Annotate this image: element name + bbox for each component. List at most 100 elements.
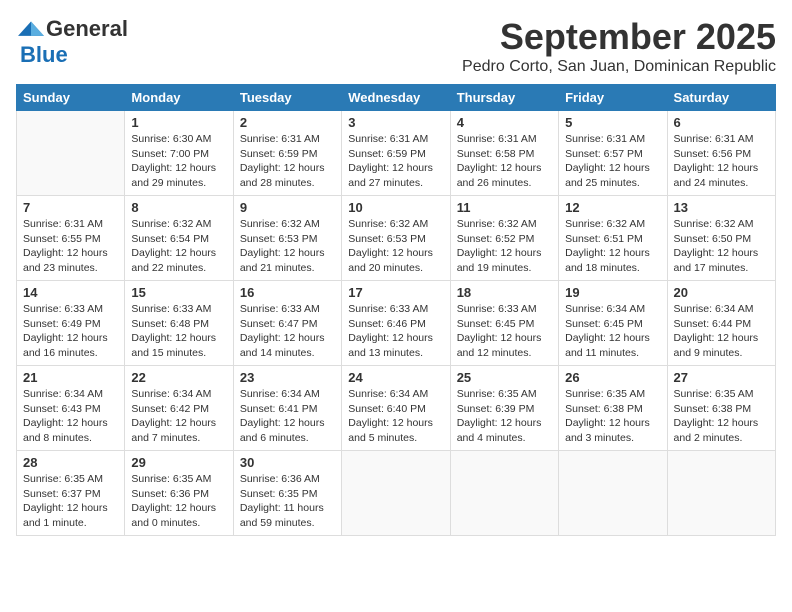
calendar-cell: 6Sunrise: 6:31 AM Sunset: 6:56 PM Daylig… — [667, 111, 775, 196]
calendar-cell — [342, 451, 450, 536]
day-info: Sunrise: 6:32 AM Sunset: 6:51 PM Dayligh… — [565, 217, 660, 276]
week-row-3: 14Sunrise: 6:33 AM Sunset: 6:49 PM Dayli… — [17, 281, 776, 366]
day-info: Sunrise: 6:34 AM Sunset: 6:42 PM Dayligh… — [131, 387, 226, 446]
day-number: 22 — [131, 370, 226, 385]
day-number: 21 — [23, 370, 118, 385]
day-info: Sunrise: 6:34 AM Sunset: 6:43 PM Dayligh… — [23, 387, 118, 446]
weekday-header-saturday: Saturday — [667, 85, 775, 111]
day-info: Sunrise: 6:33 AM Sunset: 6:48 PM Dayligh… — [131, 302, 226, 361]
day-info: Sunrise: 6:35 AM Sunset: 6:37 PM Dayligh… — [23, 472, 118, 531]
calendar-cell: 5 Sunrise: 6:31 AM Sunset: 6:57 PM Daylig… — [559, 111, 667, 196]
day-number: 26 — [565, 370, 660, 385]
day-number: 5 — [565, 115, 660, 130]
day-number: 9 — [240, 200, 335, 215]
day-number: 4 — [457, 115, 552, 130]
day-number: 11 — [457, 200, 552, 215]
day-info: Sunrise: 6:32 AM Sunset: 6:50 PM Dayligh… — [674, 217, 769, 276]
day-info: Sunrise: 6:30 AM Sunset: 7:00 PM Dayligh… — [131, 132, 226, 191]
calendar-cell: 29 Sunrise: 6:35 AM Sunset: 6:36 PM Dayli… — [125, 451, 233, 536]
day-number: 15 — [131, 285, 226, 300]
day-number: 23 — [240, 370, 335, 385]
calendar-cell: 23 Sunrise: 6:34 AM Sunset: 6:41 PM Dayli… — [233, 366, 341, 451]
weekday-header-wednesday: Wednesday — [342, 85, 450, 111]
day-number: 8 — [131, 200, 226, 215]
day-info: Sunrise: 6:31 AM Sunset: 6:55 PM Dayligh… — [23, 217, 118, 276]
day-info: Sunrise: 6:31 AM Sunset: 6:57 PM Dayligh… — [565, 132, 660, 191]
calendar-cell: 18Sunrise: 6:33 AM Sunset: 6:45 PM Dayli… — [450, 281, 558, 366]
calendar-cell: 12 Sunrise: 6:32 AM Sunset: 6:51 PM Dayli… — [559, 196, 667, 281]
week-row-4: 21 Sunrise: 6:34 AM Sunset: 6:43 PM Dayli… — [17, 366, 776, 451]
calendar-cell: 4 Sunrise: 6:31 AM Sunset: 6:58 PM Daylig… — [450, 111, 558, 196]
calendar-cell: 26 Sunrise: 6:35 AM Sunset: 6:38 PM Dayli… — [559, 366, 667, 451]
calendar-cell: 8Sunrise: 6:32 AM Sunset: 6:54 PM Daylig… — [125, 196, 233, 281]
calendar-cell: 1 Sunrise: 6:30 AM Sunset: 7:00 PM Daylig… — [125, 111, 233, 196]
day-info: Sunrise: 6:35 AM Sunset: 6:38 PM Dayligh… — [565, 387, 660, 446]
day-number: 2 — [240, 115, 335, 130]
week-row-1: 1 Sunrise: 6:30 AM Sunset: 7:00 PM Daylig… — [17, 111, 776, 196]
calendar-cell: 22 Sunrise: 6:34 AM Sunset: 6:42 PM Dayli… — [125, 366, 233, 451]
day-info: Sunrise: 6:35 AM Sunset: 6:36 PM Dayligh… — [131, 472, 226, 531]
calendar-cell: 25Sunrise: 6:35 AM Sunset: 6:39 PM Dayli… — [450, 366, 558, 451]
day-number: 17 — [348, 285, 443, 300]
day-number: 16 — [240, 285, 335, 300]
day-number: 24 — [348, 370, 443, 385]
day-info: Sunrise: 6:34 AM Sunset: 6:40 PM Dayligh… — [348, 387, 443, 446]
day-number: 10 — [348, 200, 443, 215]
day-number: 27 — [674, 370, 769, 385]
calendar-cell: 13 Sunrise: 6:32 AM Sunset: 6:50 PM Dayli… — [667, 196, 775, 281]
day-number: 13 — [674, 200, 769, 215]
calendar-cell: 19Sunrise: 6:34 AM Sunset: 6:45 PM Dayli… — [559, 281, 667, 366]
calendar-cell: 3 Sunrise: 6:31 AM Sunset: 6:59 PM Daylig… — [342, 111, 450, 196]
calendar-cell: 21 Sunrise: 6:34 AM Sunset: 6:43 PM Dayli… — [17, 366, 125, 451]
calendar-cell: 20Sunrise: 6:34 AM Sunset: 6:44 PM Dayli… — [667, 281, 775, 366]
title-area: September 2025 Pedro Corto, San Juan, Do… — [462, 16, 776, 76]
day-info: Sunrise: 6:31 AM Sunset: 6:59 PM Dayligh… — [348, 132, 443, 191]
day-info: Sunrise: 6:33 AM Sunset: 6:49 PM Dayligh… — [23, 302, 118, 361]
calendar-cell: 9 Sunrise: 6:32 AM Sunset: 6:53 PM Daylig… — [233, 196, 341, 281]
day-info: Sunrise: 6:36 AM Sunset: 6:35 PM Dayligh… — [240, 472, 335, 531]
weekday-header-tuesday: Tuesday — [233, 85, 341, 111]
weekday-header-friday: Friday — [559, 85, 667, 111]
calendar-cell — [667, 451, 775, 536]
day-number: 20 — [674, 285, 769, 300]
day-info: Sunrise: 6:32 AM Sunset: 6:53 PM Dayligh… — [348, 217, 443, 276]
calendar-cell: 16Sunrise: 6:33 AM Sunset: 6:47 PM Dayli… — [233, 281, 341, 366]
calendar-cell — [450, 451, 558, 536]
generalblue-logo-icon — [16, 20, 46, 38]
day-number: 28 — [23, 455, 118, 470]
week-row-2: 7 Sunrise: 6:31 AM Sunset: 6:55 PM Daylig… — [17, 196, 776, 281]
day-number: 29 — [131, 455, 226, 470]
calendar-cell — [17, 111, 125, 196]
day-number: 1 — [131, 115, 226, 130]
weekday-header-monday: Monday — [125, 85, 233, 111]
calendar-cell: 24 Sunrise: 6:34 AM Sunset: 6:40 PM Dayli… — [342, 366, 450, 451]
calendar-cell: 11 Sunrise: 6:32 AM Sunset: 6:52 PM Dayli… — [450, 196, 558, 281]
calendar-cell: 7 Sunrise: 6:31 AM Sunset: 6:55 PM Daylig… — [17, 196, 125, 281]
day-number: 12 — [565, 200, 660, 215]
day-number: 7 — [23, 200, 118, 215]
calendar-table: SundayMondayTuesdayWednesdayThursdayFrid… — [16, 84, 776, 536]
day-info: Sunrise: 6:31 AM Sunset: 6:59 PM Dayligh… — [240, 132, 335, 191]
month-title: September 2025 — [462, 16, 776, 58]
calendar-cell: 30 Sunrise: 6:36 AM Sunset: 6:35 PM Dayli… — [233, 451, 341, 536]
day-info: Sunrise: 6:32 AM Sunset: 6:52 PM Dayligh… — [457, 217, 552, 276]
day-info: Sunrise: 6:33 AM Sunset: 6:46 PM Dayligh… — [348, 302, 443, 361]
day-info: Sunrise: 6:33 AM Sunset: 6:45 PM Dayligh… — [457, 302, 552, 361]
calendar-cell: 2 Sunrise: 6:31 AM Sunset: 6:59 PM Daylig… — [233, 111, 341, 196]
day-info: Sunrise: 6:32 AM Sunset: 6:53 PM Dayligh… — [240, 217, 335, 276]
calendar-cell: 10 Sunrise: 6:32 AM Sunset: 6:53 PM Dayli… — [342, 196, 450, 281]
day-number: 6 — [674, 115, 769, 130]
day-info: Sunrise: 6:34 AM Sunset: 6:41 PM Dayligh… — [240, 387, 335, 446]
week-row-5: 28 Sunrise: 6:35 AM Sunset: 6:37 PM Dayli… — [17, 451, 776, 536]
logo-blue-text: Blue — [20, 42, 68, 68]
day-info: Sunrise: 6:31 AM Sunset: 6:58 PM Dayligh… — [457, 132, 552, 191]
calendar-cell: 15 Sunrise: 6:33 AM Sunset: 6:48 PM Dayli… — [125, 281, 233, 366]
day-number: 3 — [348, 115, 443, 130]
day-number: 25 — [457, 370, 552, 385]
day-number: 30 — [240, 455, 335, 470]
subtitle: Pedro Corto, San Juan, Dominican Republi… — [462, 58, 776, 76]
day-info: Sunrise: 6:35 AM Sunset: 6:38 PM Dayligh… — [674, 387, 769, 446]
logo: General Blue — [16, 16, 128, 68]
calendar-cell — [559, 451, 667, 536]
calendar-cell: 28 Sunrise: 6:35 AM Sunset: 6:37 PM Dayli… — [17, 451, 125, 536]
